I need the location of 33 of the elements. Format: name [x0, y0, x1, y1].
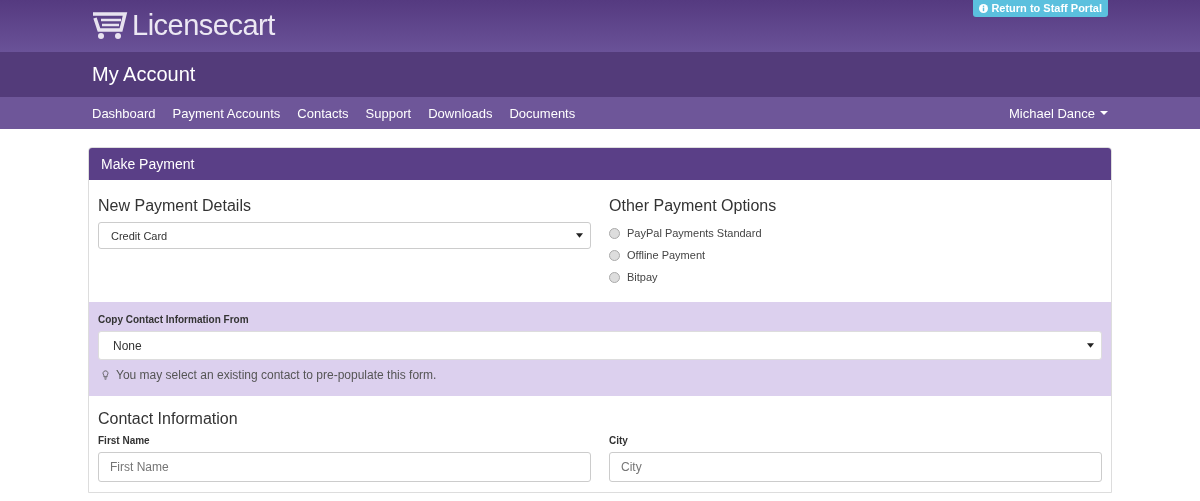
caret-icon: [576, 233, 583, 238]
payment-method-select[interactable]: Credit Card: [98, 222, 591, 249]
caret-icon: [1087, 343, 1094, 348]
nav-link[interactable]: Contacts: [293, 105, 353, 121]
info-icon: [979, 3, 989, 13]
nav-link[interactable]: Documents: [505, 105, 580, 121]
radio-label: PayPal Payments Standard: [627, 227, 762, 239]
lightbulb-icon: [102, 370, 109, 380]
field-label: City: [609, 435, 629, 446]
radio-button[interactable]: [609, 271, 620, 283]
caret-icon: [1100, 111, 1108, 115]
radio-button[interactable]: [609, 227, 620, 239]
nav-link[interactable]: Support: [361, 105, 416, 121]
panel-title: Make Payment: [101, 156, 195, 172]
contact-select[interactable]: None: [98, 331, 1102, 360]
logo-wordmark[interactable]: Licensecart: [132, 9, 275, 42]
field-label: Copy Contact Information From: [98, 314, 250, 325]
nav-link[interactable]: Dashboard: [88, 105, 160, 121]
section-heading: Other Payment Options: [609, 197, 778, 215]
hint-text: You may select an existing contact to pre-populate this form.: [116, 368, 437, 382]
input-field[interactable]: First Name: [98, 452, 591, 482]
page-title: My Account: [92, 63, 197, 86]
field-label: First Name: [98, 435, 151, 446]
user-menu[interactable]: Michael Dance: [1005, 105, 1112, 121]
radio-label: Bitpay: [627, 271, 658, 283]
nav-link[interactable]: Downloads: [424, 105, 497, 121]
section-heading: New Payment Details: [98, 197, 252, 215]
radio-button[interactable]: [609, 249, 620, 261]
nav-link[interactable]: Payment Accounts: [168, 105, 285, 121]
radio-label: Offline Payment: [627, 249, 706, 261]
input-field[interactable]: City: [609, 452, 1102, 482]
cart-icon: [92, 11, 128, 40]
section-heading: Contact Information: [98, 410, 239, 428]
